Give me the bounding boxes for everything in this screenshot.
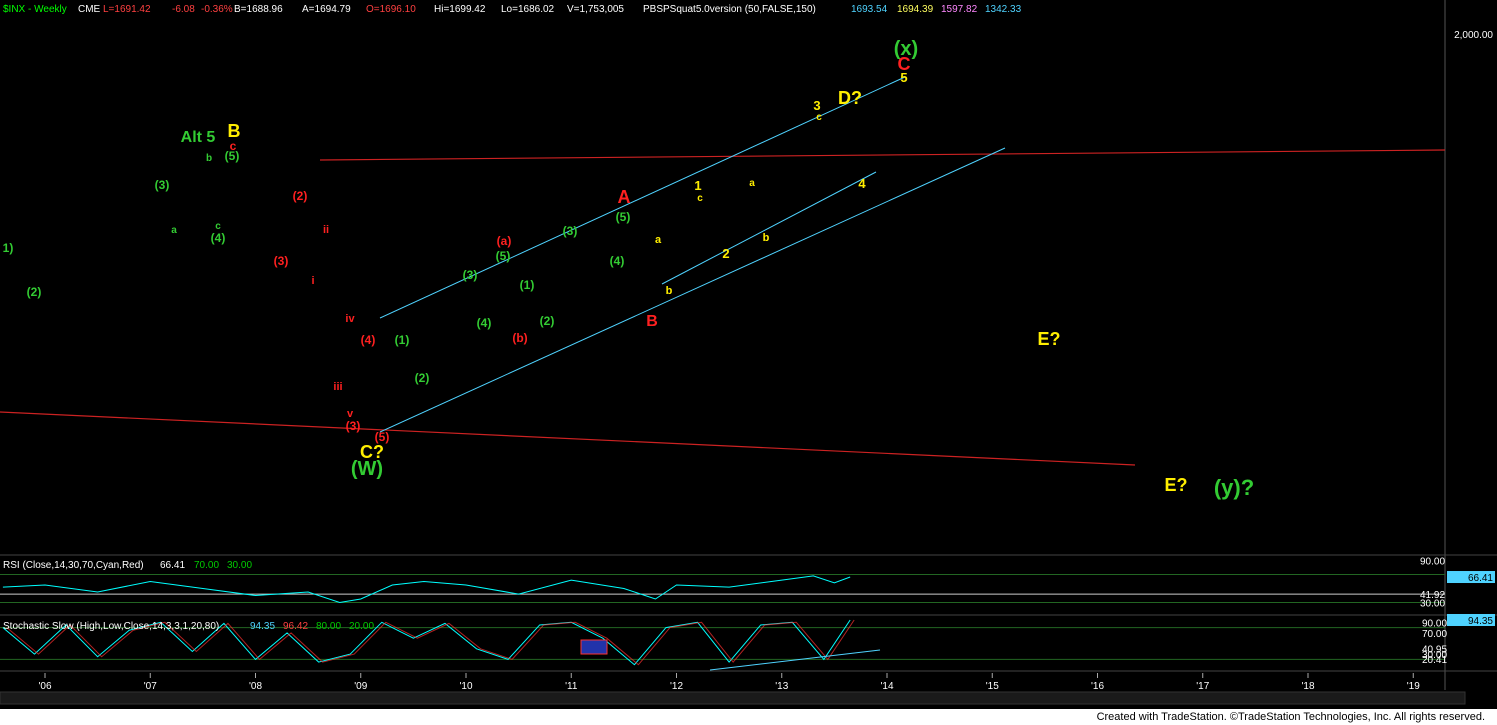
wave-label: A — [618, 187, 631, 207]
time-tick-label: '07 — [144, 681, 157, 692]
rsi-tick-label: 30.00 — [1420, 599, 1445, 610]
stoch-tick-label: 70.00 — [1422, 629, 1447, 640]
time-tick-label: '17 — [1196, 681, 1209, 692]
price-tick-label: 2,000.00 — [1454, 30, 1493, 41]
wave-label: (4) — [361, 333, 376, 347]
header-field: -6.08 — [172, 4, 195, 15]
wave-label: iii — [333, 381, 342, 393]
time-tick-label: '10 — [459, 681, 472, 692]
rsi-ob: 70.00 — [194, 560, 219, 571]
wave-label: (5) — [616, 210, 631, 224]
header-field: B=1688.96 — [234, 4, 283, 15]
time-tick-label: '18 — [1301, 681, 1314, 692]
stoch-tick-label: 30.00 — [1422, 650, 1447, 661]
wave-label: (3) — [155, 178, 170, 192]
wave-label: (3) — [346, 419, 361, 433]
wave-label: (2) — [540, 314, 555, 328]
time-tick-label: '08 — [249, 681, 262, 692]
header-field: L=1691.42 — [103, 4, 151, 15]
time-tick-label: '06 — [38, 681, 51, 692]
wave-label: (3) — [274, 254, 289, 268]
chart-canvas: 1574.261471.491369.921228.461120.771012.… — [0, 0, 1497, 709]
time-tick-label: '11 — [565, 681, 578, 692]
wave-label: 1) — [3, 241, 14, 255]
wave-label: 3 — [813, 98, 820, 113]
wave-label: 1 — [694, 178, 701, 193]
wave-label: iv — [345, 313, 355, 325]
header-field: $INX - Weekly — [3, 4, 67, 15]
time-tick-label: '15 — [986, 681, 999, 692]
header-field: A=1694.79 — [302, 4, 351, 15]
wave-label: (1) — [395, 333, 410, 347]
wave-label: B — [646, 313, 658, 330]
rsi-os: 30.00 — [227, 560, 252, 571]
wave-label: a — [749, 178, 755, 189]
header-field: 1694.39 — [897, 4, 934, 15]
wave-label: (4) — [610, 254, 625, 268]
wave-label: c — [697, 193, 703, 204]
wave-label: E? — [1164, 475, 1187, 495]
wave-label: (4) — [211, 231, 226, 245]
horizontal-scrollbar — [0, 691, 1466, 705]
stoch-d: 96.42 — [283, 621, 308, 632]
wave-label: b — [666, 285, 673, 297]
stoch-tick-label: 90.00 — [1422, 618, 1447, 629]
wave-label: (3) — [463, 268, 478, 282]
wave-label: (4) — [477, 316, 492, 330]
header-field: CME — [78, 4, 101, 15]
wave-label: a — [655, 234, 662, 246]
header-field: V=1,753,005 — [567, 4, 624, 15]
header-field: Hi=1699.42 — [434, 4, 486, 15]
wave-label: D? — [838, 88, 862, 108]
wave-label: (5) — [496, 249, 511, 263]
header-field: 1342.33 — [985, 4, 1022, 15]
wave-label: 4 — [858, 176, 866, 191]
header-field: PBSPSquat5.0version (50,FALSE,150) — [643, 4, 816, 15]
wave-label: (b) — [512, 331, 527, 345]
wave-label: (a) — [497, 234, 512, 248]
time-tick-label: '19 — [1407, 681, 1420, 692]
wave-label: (3) — [563, 224, 578, 238]
header-field: O=1696.10 — [366, 4, 416, 15]
wave-label: B — [228, 121, 241, 141]
wave-label: a — [171, 225, 177, 236]
stoch-k: 94.35 — [250, 621, 275, 632]
rsi-tick-label: 90.00 — [1420, 557, 1445, 568]
wave-label: i — [311, 275, 314, 287]
header-field: 1693.54 — [851, 4, 888, 15]
wave-label: b — [763, 232, 770, 244]
stoch-value-label: 94.35 — [1468, 616, 1493, 627]
time-tick-label: '09 — [354, 681, 367, 692]
wave-label: (x) — [894, 38, 918, 60]
time-tick-label: '16 — [1091, 681, 1104, 692]
footer-credit: Created with TradeStation. ©TradeStation… — [1096, 711, 1485, 723]
stoch-os: 20.00 — [349, 621, 374, 632]
time-tick-label: '14 — [880, 681, 893, 692]
header-field: -0.36% — [201, 4, 233, 15]
header-field: Lo=1686.02 — [501, 4, 555, 15]
stoch-highlight-box — [580, 639, 608, 655]
stoch-ob: 80.00 — [316, 621, 341, 632]
wave-label: Alt 5 — [181, 129, 216, 146]
rsi-value-label: 66.41 — [1468, 573, 1493, 584]
wave-label: E? — [1037, 329, 1060, 349]
rsi-value: 66.41 — [160, 560, 185, 571]
header-field: 1597.82 — [941, 4, 978, 15]
rsi-title: RSI (Close,14,30,70,Cyan,Red) — [3, 560, 144, 571]
wave-label: b — [206, 153, 212, 164]
wave-label: 2 — [722, 246, 729, 261]
wave-label: ii — [323, 224, 329, 236]
wave-label: (2) — [293, 189, 308, 203]
stoch-title: Stochastic Slow (High,Low,Close,14,3,3,1… — [3, 621, 219, 632]
wave-label: c — [816, 112, 822, 123]
wave-label: (1) — [520, 278, 535, 292]
wave-label: (5) — [225, 149, 240, 163]
time-tick-label: '12 — [670, 681, 683, 692]
wave-label: (W) — [351, 458, 383, 480]
wave-label: (2) — [415, 371, 430, 385]
wave-label: (y)? — [1214, 475, 1254, 500]
wave-label: (2) — [27, 285, 42, 299]
time-tick-label: '13 — [775, 681, 788, 692]
